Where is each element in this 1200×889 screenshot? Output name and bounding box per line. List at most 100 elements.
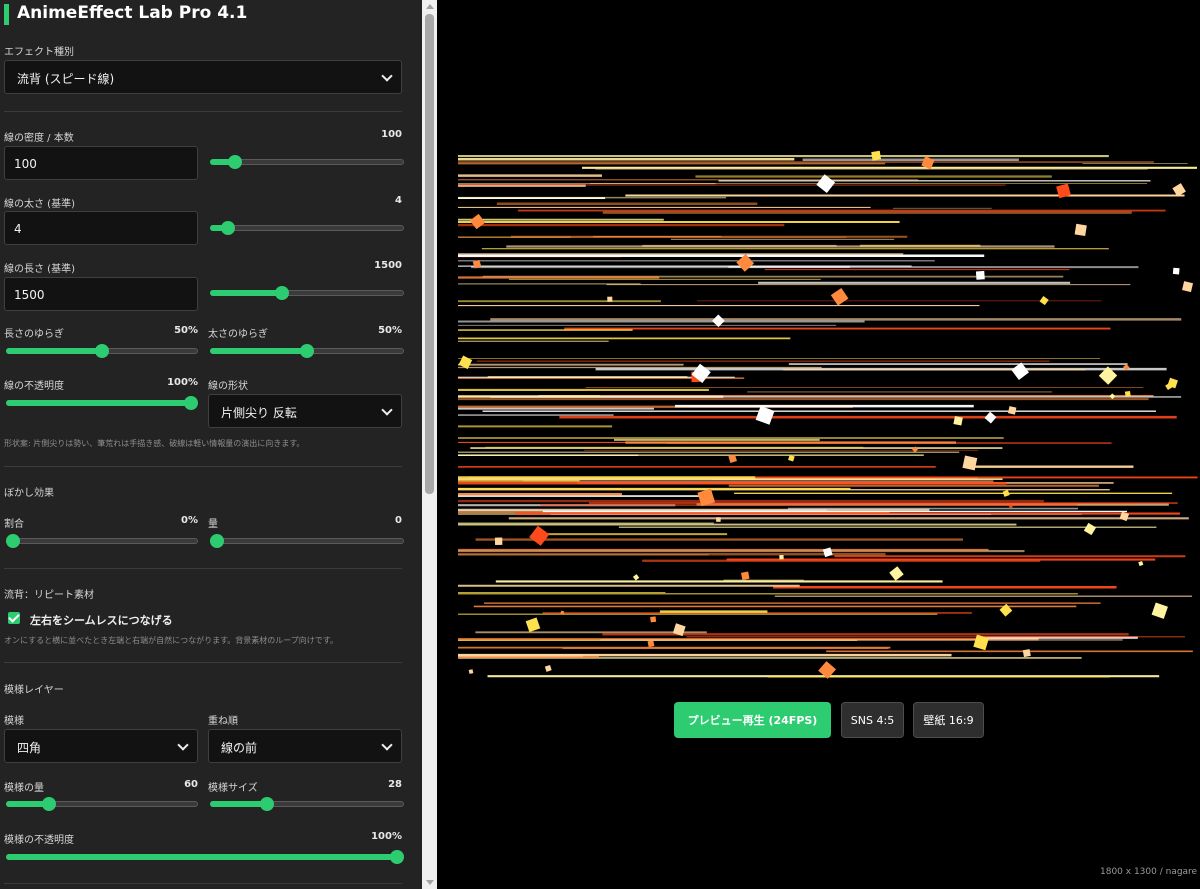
pattern-amount-slider[interactable] [6, 797, 198, 811]
thickness-value: 4 [395, 195, 402, 206]
opacity-value: 100% [167, 377, 198, 388]
slider-thumb[interactable] [390, 850, 404, 864]
opacity-slider[interactable] [6, 396, 198, 410]
pattern-opacity-slider[interactable] [6, 850, 404, 864]
blur-ratio-slider[interactable] [6, 534, 198, 548]
confetti-square [1002, 489, 1010, 497]
divider [4, 111, 402, 112]
thickness-jitter-value: 50% [378, 325, 402, 336]
thickness-input[interactable]: 4 [4, 211, 198, 245]
confetti-square [1151, 602, 1168, 619]
length-slider[interactable] [210, 286, 404, 300]
divider [4, 568, 402, 569]
pattern-section-title: 模様レイヤー [4, 685, 64, 696]
length-jitter-value: 50% [174, 325, 198, 336]
confetti-square [650, 616, 657, 623]
pattern-amount-value: 60 [184, 779, 198, 790]
density-slider[interactable] [210, 155, 404, 169]
length-jitter-slider[interactable] [6, 344, 198, 358]
divider [4, 662, 402, 663]
layer-order-label: 重ね順 [208, 716, 238, 727]
wallpaper-ratio-button[interactable]: 壁紙 16:9 [913, 702, 984, 738]
chevron-down-icon [381, 739, 393, 751]
slider-thumb[interactable] [41, 797, 56, 811]
chevron-down-icon [177, 739, 189, 751]
slider-thumb[interactable] [228, 155, 242, 169]
confetti-square [494, 537, 503, 545]
confetti-square [469, 213, 486, 230]
confetti-square [962, 455, 978, 471]
slider-thumb[interactable] [274, 286, 289, 300]
speed-lines-canvas [458, 150, 1198, 679]
confetti-square [975, 270, 985, 280]
thickness-jitter-slider[interactable] [210, 344, 404, 358]
seamless-hint: オンにすると横に並べたとき左端と右端が自然につながります。背景素材のループ向けで… [4, 636, 338, 645]
confetti-square [1074, 223, 1087, 236]
pattern-amount-label: 模様の量 [4, 783, 44, 794]
blur-amount-value: 0 [395, 515, 402, 526]
length-label: 線の長さ (基準) [4, 264, 75, 275]
slider-thumb[interactable] [221, 221, 236, 235]
scrollbar-thumb[interactable] [425, 14, 434, 494]
effect-type-label: エフェクト種別 [4, 47, 74, 58]
chevron-down-icon [381, 404, 393, 416]
shape-hint: 形状案: 片側尖りは勢い、筆荒れは手描き感、破線は軽い情報量の演出に向きます。 [4, 439, 305, 448]
confetti-square [525, 617, 541, 633]
sidebar-scrollbar[interactable] [422, 0, 437, 889]
slider-thumb[interactable] [95, 344, 109, 358]
confetti-square [529, 525, 550, 546]
confetti-square [755, 405, 775, 425]
slider-thumb[interactable] [210, 534, 224, 548]
seamless-checkbox-label[interactable]: 左右をシームレスにつなげる [30, 612, 173, 628]
confetti-square [632, 574, 640, 581]
confetti-square [1008, 406, 1017, 415]
pattern-select[interactable]: 四角 [4, 729, 198, 763]
scroll-up-icon[interactable] [426, 4, 434, 9]
blur-amount-label: 量 [208, 519, 218, 530]
sns-ratio-button[interactable]: SNS 4:5 [841, 702, 904, 738]
shape-label: 線の形状 [208, 381, 248, 392]
thickness-slider[interactable] [210, 221, 404, 235]
length-jitter-label: 長さのゆらぎ [4, 329, 64, 340]
pattern-size-slider[interactable] [210, 797, 404, 811]
repeat-section-title: 流背：リピート素材 [4, 590, 94, 601]
app-title: AnimeEffect Lab Pro 4.1 [17, 3, 248, 23]
confetti-square [1022, 649, 1031, 658]
effect-type-select[interactable]: 流背 (スピード線) [4, 60, 402, 94]
thickness-jitter-label: 太さのゆらぎ [208, 329, 268, 340]
confetti-square [1172, 267, 1180, 275]
blur-amount-slider[interactable] [210, 534, 404, 548]
confetti-square [607, 296, 613, 302]
confetti-square [822, 547, 833, 558]
seamless-checkbox[interactable] [8, 612, 20, 624]
app-header: AnimeEffect Lab Pro 4.1 [0, 0, 422, 30]
scroll-down-icon[interactable] [426, 880, 434, 885]
confetti-square [716, 517, 721, 522]
slider-thumb[interactable] [260, 797, 275, 811]
shape-value: 片側尖り 反転 [221, 406, 297, 420]
density-input[interactable]: 100 [4, 146, 198, 180]
confetti-square [871, 150, 882, 161]
density-label: 線の密度 / 本数 [4, 133, 74, 144]
length-input[interactable]: 1500 [4, 277, 198, 311]
pattern-size-label: 模様サイズ [208, 783, 258, 794]
blur-ratio-value: 0% [181, 515, 198, 526]
confetti-square [1011, 362, 1029, 380]
shape-select[interactable]: 片側尖り 反転 [208, 394, 402, 428]
layer-order-value: 線の前 [221, 741, 258, 755]
blur-ratio-label: 割合 [4, 519, 24, 530]
confetti-square [984, 411, 997, 424]
confetti-square [647, 640, 655, 648]
divider [4, 883, 402, 884]
confetti-square [1009, 504, 1013, 508]
effect-type-value: 流背 (スピード線) [17, 72, 115, 86]
layer-order-select[interactable]: 線の前 [208, 729, 402, 763]
opacity-label: 線の不透明度 [4, 381, 64, 392]
preview-play-button[interactable]: プレビュー再生 (24FPS) [674, 702, 831, 738]
blur-section-title: ぼかし効果 [4, 488, 54, 499]
confetti-square [1124, 390, 1131, 397]
slider-thumb[interactable] [184, 396, 198, 410]
divider [4, 466, 402, 467]
slider-thumb[interactable] [6, 534, 20, 548]
slider-thumb[interactable] [300, 344, 314, 358]
